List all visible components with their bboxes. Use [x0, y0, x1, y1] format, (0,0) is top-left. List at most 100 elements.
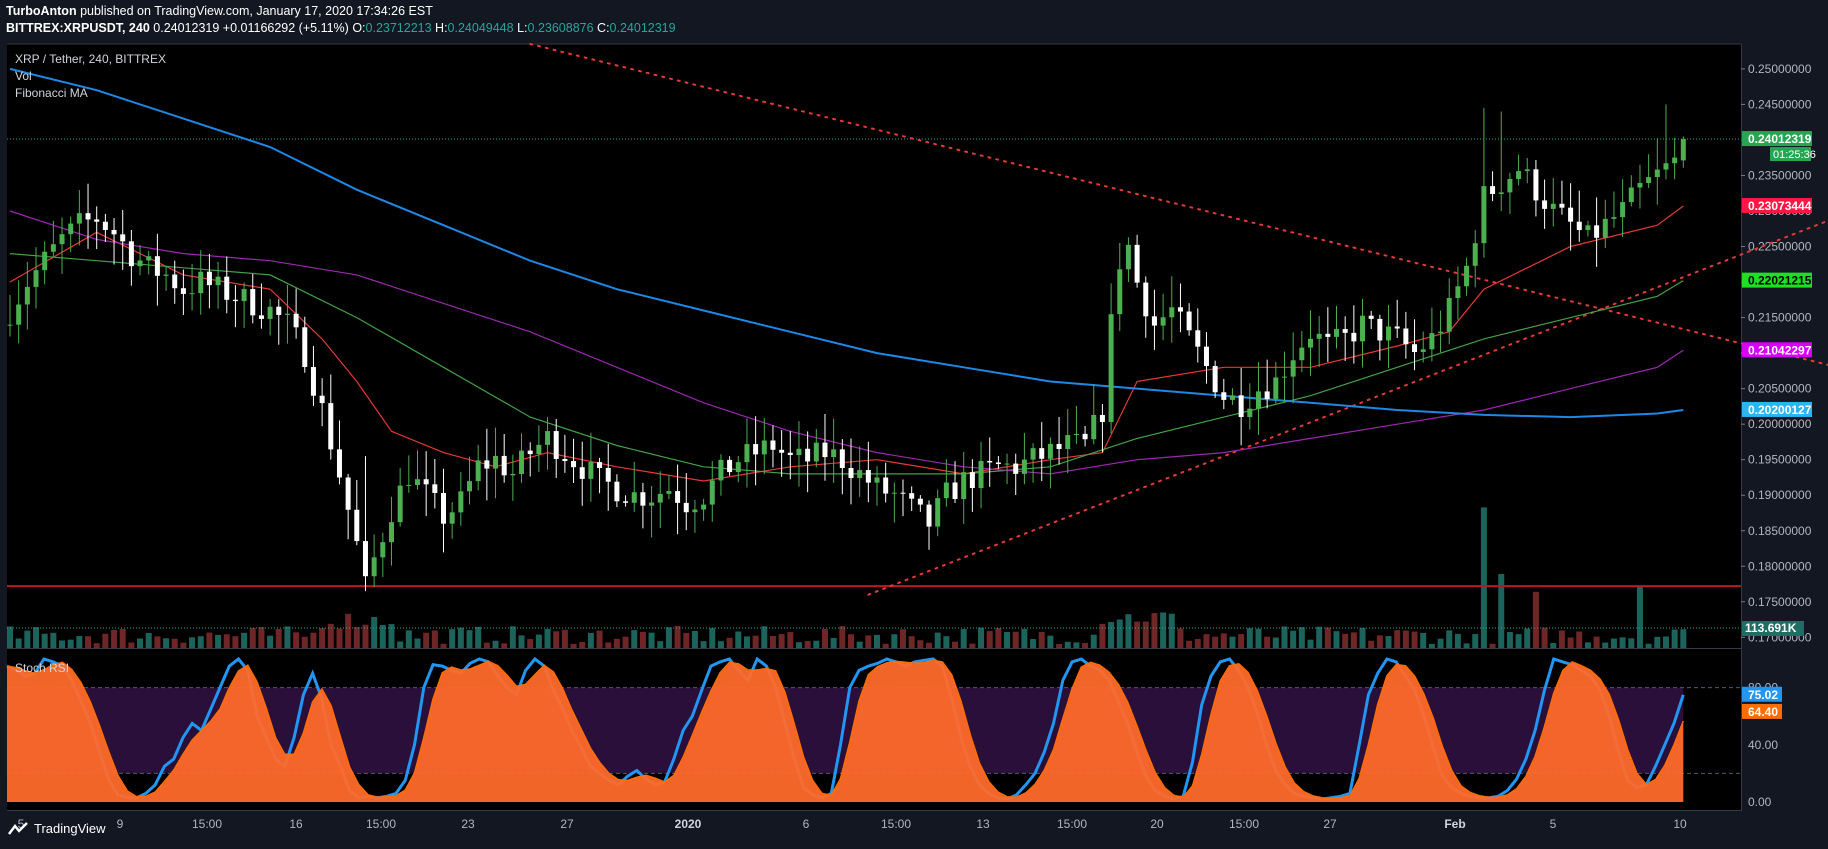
volume-bar: [50, 632, 57, 648]
volume-bar: [613, 638, 620, 648]
candle-body: [250, 289, 256, 316]
volume-bar: [952, 641, 959, 648]
volume-bar: [145, 632, 152, 648]
candle-body: [1247, 408, 1253, 418]
candle-body: [1342, 329, 1348, 333]
volume-bar: [1186, 640, 1193, 648]
volume-bar: [978, 627, 985, 648]
y-tick-label: 0.20000000: [1748, 417, 1812, 431]
legend-vol[interactable]: Vol: [15, 69, 32, 83]
candle-body: [1281, 376, 1287, 378]
candle-body: [1091, 414, 1097, 440]
candle-body: [1299, 347, 1305, 361]
volume-bar: [839, 626, 846, 648]
candle-body: [258, 315, 264, 319]
countdown-label: 01:25:36: [1773, 149, 1816, 161]
y-tick-label: 0.25000000: [1748, 62, 1812, 76]
volume-bar: [310, 632, 317, 648]
legend-fib[interactable]: Fibonacci MA: [15, 86, 88, 100]
candle-body: [102, 221, 108, 230]
y-tick-label: 0.19000000: [1748, 488, 1812, 502]
volume-bar: [882, 643, 889, 648]
volume-bar: [223, 634, 230, 648]
volume-bar: [475, 626, 482, 648]
candle-body: [120, 234, 126, 242]
volume-bar: [1541, 627, 1548, 648]
candle-body: [510, 473, 516, 476]
candle-body: [1212, 366, 1218, 393]
candle-body: [475, 460, 481, 482]
volume-bar: [1272, 637, 1279, 648]
candle-body: [536, 444, 542, 455]
candle-body: [1533, 169, 1539, 201]
volume-bar: [1593, 636, 1600, 648]
candle-body: [76, 213, 82, 224]
candle-body: [1507, 178, 1513, 193]
volume-bar: [93, 643, 100, 648]
candle-body: [397, 485, 403, 523]
candle-body: [380, 542, 386, 558]
volume-bar: [553, 631, 560, 648]
volume-bar: [795, 642, 802, 648]
volume-bar: [345, 613, 352, 648]
candle-body: [189, 293, 195, 295]
volume-bar: [76, 635, 83, 648]
candle-body: [302, 327, 308, 368]
candle-body: [1134, 244, 1140, 283]
candle-body: [1221, 392, 1227, 400]
candle-body: [441, 492, 446, 524]
candle-body: [362, 541, 368, 577]
volume-bar: [544, 628, 551, 648]
candle-body: [900, 492, 906, 494]
volume-bar: [353, 626, 360, 648]
volume-bar: [1333, 631, 1340, 648]
volume-bar: [1628, 638, 1635, 648]
volume-bar: [527, 639, 534, 648]
candle-body: [891, 492, 897, 494]
candle-body: [111, 229, 117, 235]
ma-price-label: 0.23073444: [1748, 199, 1812, 213]
volume-bar: [397, 641, 404, 648]
volume-bar: [1134, 621, 1141, 648]
legend-series[interactable]: XRP / Tether, 240, BITTREX: [15, 52, 166, 66]
candle-body: [1620, 202, 1626, 218]
candle-body: [1602, 218, 1608, 238]
volume-bar: [1428, 643, 1435, 648]
candle-body: [1195, 330, 1201, 347]
volume-bar: [284, 626, 291, 648]
candle-body: [501, 455, 507, 476]
volume-bar: [1515, 634, 1522, 648]
volume-bar: [1654, 636, 1661, 648]
volume-bar: [1480, 507, 1487, 648]
candle-body: [545, 431, 551, 445]
candle-body: [1455, 286, 1461, 299]
volume-bar: [1177, 628, 1184, 648]
volume-bar: [336, 628, 343, 648]
candle-body: [484, 460, 490, 469]
legend-stoch[interactable]: Stoch RSI: [15, 661, 69, 675]
volume-bar: [197, 636, 204, 648]
candle-body: [1264, 391, 1270, 399]
x-tick-label: 5: [1550, 817, 1557, 831]
candle-body: [519, 450, 525, 474]
x-tick-label: 15:00: [1229, 817, 1259, 831]
candle-body: [198, 271, 204, 294]
candle-body: [614, 481, 620, 502]
candle-body: [16, 304, 22, 325]
stoch-y-label: 0.00: [1748, 795, 1772, 809]
candle-body: [232, 299, 238, 302]
volume-bar: [215, 634, 222, 648]
candle-body: [1360, 315, 1366, 342]
volume-bar: [856, 641, 863, 648]
volume-bar: [743, 636, 750, 648]
candle-body: [1108, 314, 1114, 422]
tradingview-logo[interactable]: TradingView: [8, 821, 106, 836]
candle-body: [1464, 265, 1470, 287]
volume-bar: [1160, 612, 1167, 648]
x-tick-label: 10: [1673, 817, 1687, 831]
candle-body: [553, 431, 559, 459]
candle-body: [848, 468, 854, 479]
chart-canvas[interactable]: 0.250000000.245000000.240000000.23500000…: [0, 0, 1828, 849]
volume-bar: [908, 636, 915, 648]
volume-bar: [7, 626, 13, 648]
